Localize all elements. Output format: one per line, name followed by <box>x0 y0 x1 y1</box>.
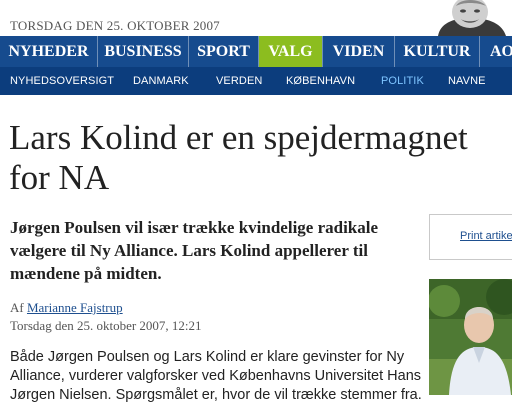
main-nav: NYHEDER BUSINESS SPORT VALG VIDEN KULTUR… <box>0 36 512 67</box>
subnav-item-danmark[interactable]: DANMARK <box>133 67 189 95</box>
top-bar: TORSDAG DEN 25. OKTOBER 2007 <box>0 0 512 36</box>
article-body: Både Jørgen Poulsen og Lars Kolind er kl… <box>10 349 422 403</box>
byline: Af Marianne Fajstrup <box>10 300 123 316</box>
author-link[interactable]: Marianne Fajstrup <box>27 300 123 315</box>
nav-item-viden[interactable]: VIDEN <box>323 36 394 67</box>
subnav-item-navne[interactable]: NAVNE <box>448 67 486 95</box>
subnav-item-verden[interactable]: VERDEN <box>216 67 262 95</box>
publish-date: Torsdag den 25. oktober 2007, 12:21 <box>10 318 202 333</box>
nav-item-sport[interactable]: SPORT <box>189 36 258 67</box>
nav-item-kultur[interactable]: KULTUR <box>395 36 479 67</box>
subnav-item-kobenhavn[interactable]: KØBENHAVN <box>286 67 355 95</box>
print-article-link[interactable]: Print artikel <box>460 230 512 242</box>
columnist-portrait-icon <box>430 0 512 36</box>
subnav-item-politik[interactable]: POLITIK <box>381 67 424 95</box>
nav-item-valg[interactable]: VALG <box>259 36 322 67</box>
nav-item-nyheder[interactable]: NYHEDER <box>0 36 97 67</box>
sub-nav: NYHEDSOVERSIGT DANMARK VERDEN KØBENHAVN … <box>0 67 512 95</box>
header-date: TORSDAG DEN 25. OKTOBER 2007 <box>10 18 220 33</box>
article-photo-icon[interactable] <box>429 279 512 395</box>
nav-item-business[interactable]: BUSINESS <box>98 36 188 67</box>
nav-item-ao[interactable]: AO <box>480 36 512 67</box>
print-box: Print artikel <box>429 214 512 260</box>
subnav-item-nyhedsoversigt[interactable]: NYHEDSOVERSIGT <box>10 67 114 95</box>
byline-prefix: Af <box>10 300 24 315</box>
article-title: Lars Kolind er en spejdermagnet for NA <box>9 118 468 197</box>
article-lead: Jørgen Poulsen vil især trække kvindelig… <box>10 218 379 283</box>
